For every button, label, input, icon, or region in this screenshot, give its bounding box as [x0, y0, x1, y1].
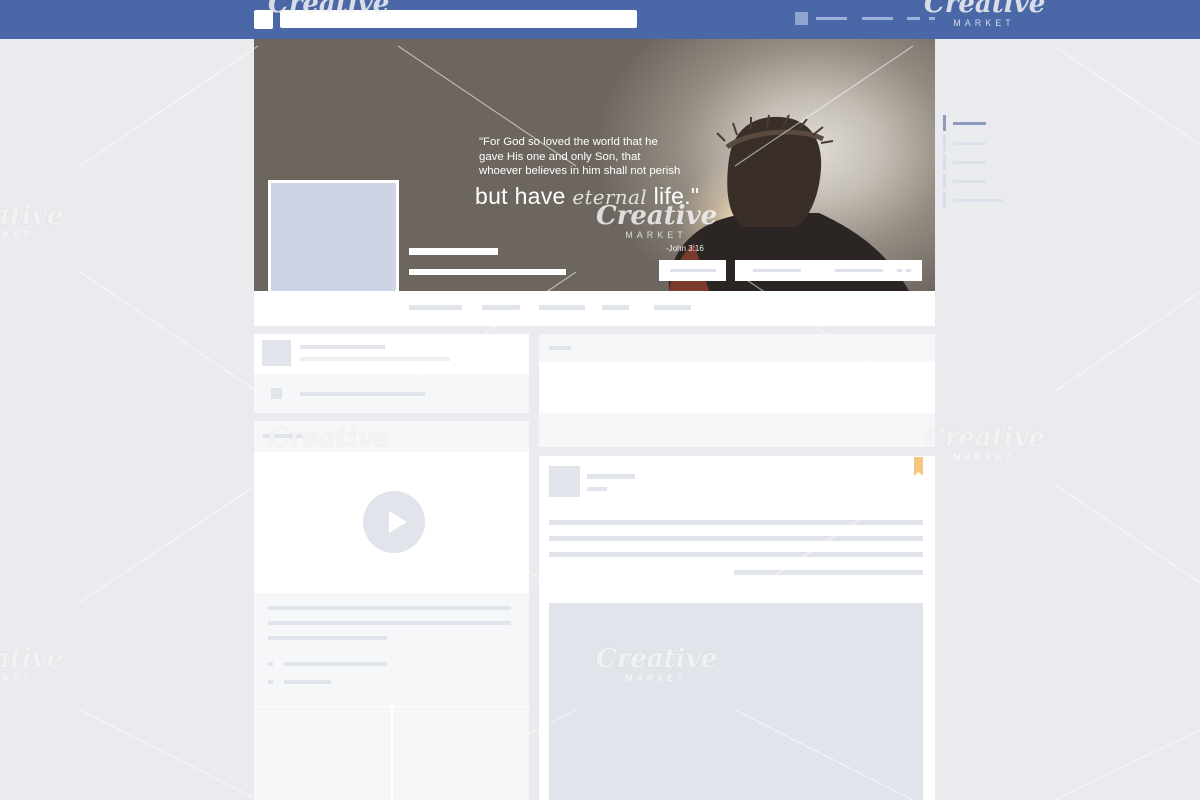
- sidenav-label-placeholder: [953, 161, 986, 164]
- sidenav-item[interactable]: [943, 135, 1005, 151]
- nav-link-create[interactable]: [862, 17, 893, 20]
- video-card: [254, 421, 529, 800]
- post-card: [539, 456, 935, 800]
- sidenav-label-placeholder: [953, 142, 986, 145]
- intro-footer-text-placeholder: [300, 392, 425, 396]
- user-avatar-icon[interactable]: [795, 12, 808, 25]
- sidenav-item[interactable]: [943, 173, 1005, 189]
- profile-page: "For God so loved the world that he gave…: [0, 0, 1200, 800]
- sidenav-item-active[interactable]: [943, 115, 1005, 131]
- verse-reference: -John 3:16: [666, 244, 704, 253]
- intro-text-placeholder: [300, 357, 450, 361]
- intro-thumbnail-placeholder: [262, 340, 291, 366]
- highlight-suffix: life.": [646, 183, 700, 209]
- sidenav-label-placeholder: [953, 180, 986, 183]
- video-details: [254, 593, 529, 706]
- post-text-line: [549, 536, 923, 541]
- post-text-line: [549, 552, 923, 557]
- button-label-placeholder: [753, 269, 801, 272]
- tab-more[interactable]: [654, 305, 691, 310]
- button-label-placeholder: [670, 269, 716, 272]
- button-label-placeholder: [835, 269, 883, 272]
- video-card-header: [254, 421, 529, 452]
- post-author-placeholder: [587, 474, 635, 479]
- tab-friends[interactable]: [539, 305, 585, 310]
- video-text-line: [284, 662, 387, 666]
- post-time-placeholder: [587, 487, 607, 491]
- video-text-line: [268, 606, 511, 610]
- search-input[interactable]: [280, 10, 637, 28]
- video-bullet: [268, 680, 273, 684]
- photo-thumbnail[interactable]: [254, 707, 391, 800]
- sidenav-item[interactable]: [943, 192, 1005, 208]
- watermark-logo: CreativeMARKET: [0, 644, 64, 683]
- quote-line: gave His one and only Son, that: [479, 150, 641, 163]
- composer-footer: [539, 413, 935, 447]
- play-icon[interactable]: [363, 491, 425, 553]
- profile-subtitle-placeholder: [409, 269, 566, 275]
- sidenav-item[interactable]: [943, 154, 1005, 170]
- scripture-quote: "For God so loved the world that he gave…: [479, 135, 719, 179]
- post-image-placeholder[interactable]: [549, 603, 923, 800]
- composer-card: [539, 334, 935, 447]
- intro-footer: [254, 374, 529, 413]
- cover-options-button[interactable]: [735, 260, 922, 281]
- profile-nav: [254, 291, 935, 326]
- post-avatar-placeholder: [549, 466, 580, 497]
- composer-title-placeholder: [549, 346, 571, 350]
- video-bullet: [268, 662, 273, 666]
- video-text-line: [268, 636, 387, 640]
- sidenav-label-placeholder: [953, 122, 986, 125]
- nav-link-home[interactable]: [816, 17, 847, 20]
- video-text-line: [268, 621, 511, 625]
- button-dot: [897, 269, 902, 272]
- highlight-script-word: eternal: [572, 185, 647, 209]
- nav-link-friends[interactable]: [907, 17, 920, 20]
- tab-timeline[interactable]: [409, 305, 462, 310]
- watermark-logo: CreativeMARKET: [924, 423, 1046, 462]
- cover-action-button[interactable]: [659, 260, 726, 281]
- button-dot: [906, 269, 911, 272]
- highlight-prefix: but have: [475, 183, 573, 209]
- post-text-line: [549, 520, 923, 525]
- quote-line: "For God so loved the world that he: [479, 136, 658, 148]
- sidenav-label-placeholder: [953, 199, 1003, 202]
- composer-header: [539, 334, 935, 362]
- watermark-logo: CreativeMARKET: [0, 201, 64, 240]
- logo-icon[interactable]: [254, 10, 273, 29]
- tab-about[interactable]: [482, 305, 520, 310]
- quote-line: whoever believes in him shall not perish: [479, 165, 681, 177]
- intro-footer-icon: [271, 388, 282, 399]
- profile-name-placeholder: [409, 248, 498, 255]
- intro-card: [254, 334, 529, 413]
- top-bar: [0, 0, 1200, 39]
- video-card-title-placeholder: [263, 434, 302, 438]
- photo-thumbnail[interactable]: [393, 707, 529, 800]
- video-text-line: [284, 680, 331, 684]
- intro-title-placeholder: [300, 345, 385, 349]
- nav-link-more[interactable]: [929, 17, 935, 20]
- tab-photos[interactable]: [602, 305, 629, 310]
- scripture-highlight: but have eternal life.": [475, 183, 775, 210]
- post-text-line: [734, 570, 923, 575]
